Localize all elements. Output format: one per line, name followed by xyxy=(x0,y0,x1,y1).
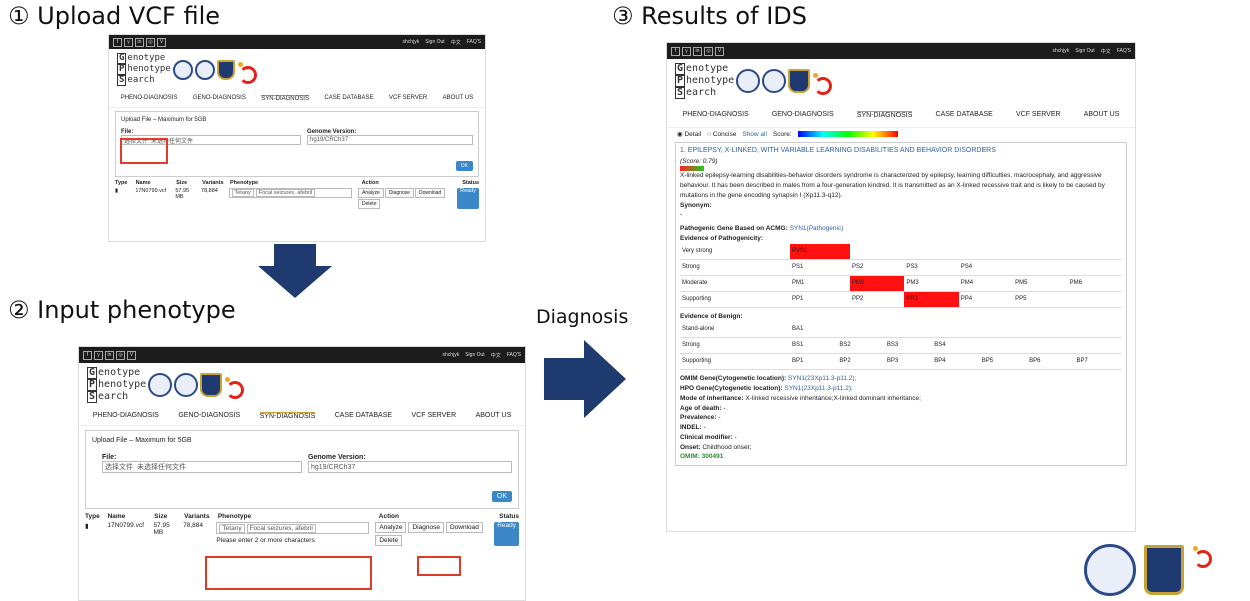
step-3-title: ③ Results of IDS xyxy=(612,2,807,30)
university-seal-icon xyxy=(1084,544,1136,596)
social-icons: f 𝕪 in ◎ V xyxy=(113,37,166,47)
phenotype-input[interactable]: Tetany Focal seizures, afebril xyxy=(216,522,370,534)
faq-link[interactable]: FAQ'S xyxy=(467,39,481,46)
phenotype-hint: Please enter 2 or more characters xyxy=(216,537,315,544)
instagram-icon[interactable]: ◎ xyxy=(116,350,125,360)
view-toggle: ◉ Detail ○ Concise Show all Score: xyxy=(667,128,1135,140)
linkedin-icon[interactable]: in xyxy=(135,37,144,47)
diagnose-highlight xyxy=(417,556,461,576)
vimeo-icon[interactable]: V xyxy=(157,37,166,47)
file-type-icon: ▮ xyxy=(85,523,89,530)
diagnose-button[interactable]: Diagnose xyxy=(408,522,444,533)
upload-box: Upload File – Maximum for 5GB File: 选择文件… xyxy=(85,430,519,509)
nav-geno[interactable]: GENO-DIAGNOSIS xyxy=(193,95,246,102)
ok-button[interactable]: OK xyxy=(455,161,473,171)
vimeo-icon[interactable]: V xyxy=(127,350,136,360)
download-button[interactable]: Download xyxy=(445,522,483,533)
arrow-right-icon xyxy=(544,340,626,418)
analyze-button[interactable]: Analyze xyxy=(375,522,407,533)
genome-select[interactable]: hg19/CRCh37 xyxy=(308,461,512,473)
nav-syn[interactable]: SYN-DIAGNOSIS xyxy=(261,95,309,102)
university-seal-icon xyxy=(172,59,193,80)
genome-select[interactable]: hg19/CRCh37 xyxy=(307,135,473,145)
hospital-seal-icon xyxy=(194,59,215,80)
nav-case[interactable]: CASE DATABASE xyxy=(324,95,373,102)
instagram-icon[interactable]: ◎ xyxy=(146,37,155,47)
site-logo[interactable]: Genotype Phenotype Search xyxy=(667,59,1135,103)
upload-box: Upload File – Maximum for 5GB File: 选择文件… xyxy=(115,111,479,177)
facebook-icon[interactable]: f xyxy=(113,37,122,47)
concise-radio[interactable]: ○ Concise xyxy=(707,131,736,138)
footer-logos xyxy=(1084,544,1236,596)
table-row: ▮ 17N0799.vcf 57.95 MB 78,884 Tetany Foca… xyxy=(109,186,485,211)
nav-pheno[interactable]: PHENO-DIAGNOSIS xyxy=(121,95,178,102)
pgb-link[interactable]: SYN1(Pathogenic) xyxy=(790,225,844,232)
status-badge: Ready xyxy=(457,188,479,209)
nav-about[interactable]: ABOUT US xyxy=(443,95,474,102)
status-badge: Ready xyxy=(494,522,520,546)
analyze-button[interactable]: Analyze xyxy=(358,188,384,198)
site-logo[interactable]: Genotype Phenotype Search xyxy=(109,49,485,90)
lang-link[interactable]: 中文 xyxy=(451,39,461,46)
diagnose-button[interactable]: Diagnose xyxy=(384,188,414,198)
nav-vcf[interactable]: VCF SERVER xyxy=(389,95,427,102)
user-link[interactable]: shchjyk xyxy=(403,39,420,46)
result-card: 1. EPILEPSY, X-LINKED, WITH VARIABLE LEA… xyxy=(675,142,1127,466)
phenotype-highlight xyxy=(205,556,372,590)
shield-logo-icon xyxy=(216,59,235,80)
facebook-icon[interactable]: f xyxy=(83,350,92,360)
upload-title: Upload File – Maximum for 5GB xyxy=(121,117,207,123)
result-title[interactable]: 1. EPILEPSY, X-LINKED, WITH VARIABLE LEA… xyxy=(680,146,1122,157)
swirl-logo-icon xyxy=(237,60,257,84)
pathogenicity-table: Very strong PVS1 Strong PS1 PS2 PS3 PS4 Moder… xyxy=(680,243,1122,308)
showall-link[interactable]: Show all xyxy=(742,131,767,138)
signout-link[interactable]: Sign Out xyxy=(425,39,444,46)
twitter-icon[interactable]: 𝕪 xyxy=(124,37,133,47)
omim-id: OMIM: 300491 xyxy=(680,453,724,461)
file-type-icon: ▮ xyxy=(115,188,119,194)
diagnosis-label: Diagnosis xyxy=(536,306,629,328)
step-2-title: ② Input phenotype xyxy=(8,296,236,324)
file-highlight xyxy=(120,138,168,164)
delete-button[interactable]: Delete xyxy=(375,535,403,546)
twitter-icon[interactable]: 𝕪 xyxy=(94,350,103,360)
ok-button[interactable]: OK xyxy=(491,491,512,502)
benign-table: Stand-alone BA1 Strong BS1 BS2 BS3 BS4 Suppor… xyxy=(680,321,1122,371)
delete-button[interactable]: Delete xyxy=(358,199,381,209)
swirl-logo-icon xyxy=(224,375,245,399)
arrow-down-icon xyxy=(258,244,332,298)
site-logo[interactable]: Genotype Phenotype Search xyxy=(79,363,525,407)
step-1-title: ① Upload VCF file xyxy=(8,2,221,30)
phenotype-input[interactable]: Tetany Focal seizures, afebril xyxy=(228,188,353,198)
table-row: ▮ 17N0799.vcf 57.95 MB 78,884 Tetany Foca… xyxy=(79,520,525,548)
shield-logo-icon xyxy=(1144,545,1184,595)
main-nav: PHENO-DIAGNOSIS GENO-DIAGNOSIS SYN-DIAGN… xyxy=(109,90,485,108)
description: X-linked epilepsy-learning disabilities-… xyxy=(680,172,1105,199)
download-button[interactable]: Download xyxy=(414,188,446,198)
file-input[interactable]: 选择文件 未选择任何文件 xyxy=(102,461,302,473)
results-panel: f 𝕪 in ◎ V shchjyk Sign Out 中文 FAQ'S Genotype P… xyxy=(666,42,1136,532)
swirl-logo-icon xyxy=(1192,544,1236,596)
linkedin-icon[interactable]: in xyxy=(105,350,114,360)
top-bar: f 𝕪 in ◎ V shchjyk Sign Out 中文 FAQ'S xyxy=(109,35,485,49)
detail-radio[interactable]: ◉ Detail xyxy=(677,130,701,138)
score-gradient xyxy=(797,131,898,137)
